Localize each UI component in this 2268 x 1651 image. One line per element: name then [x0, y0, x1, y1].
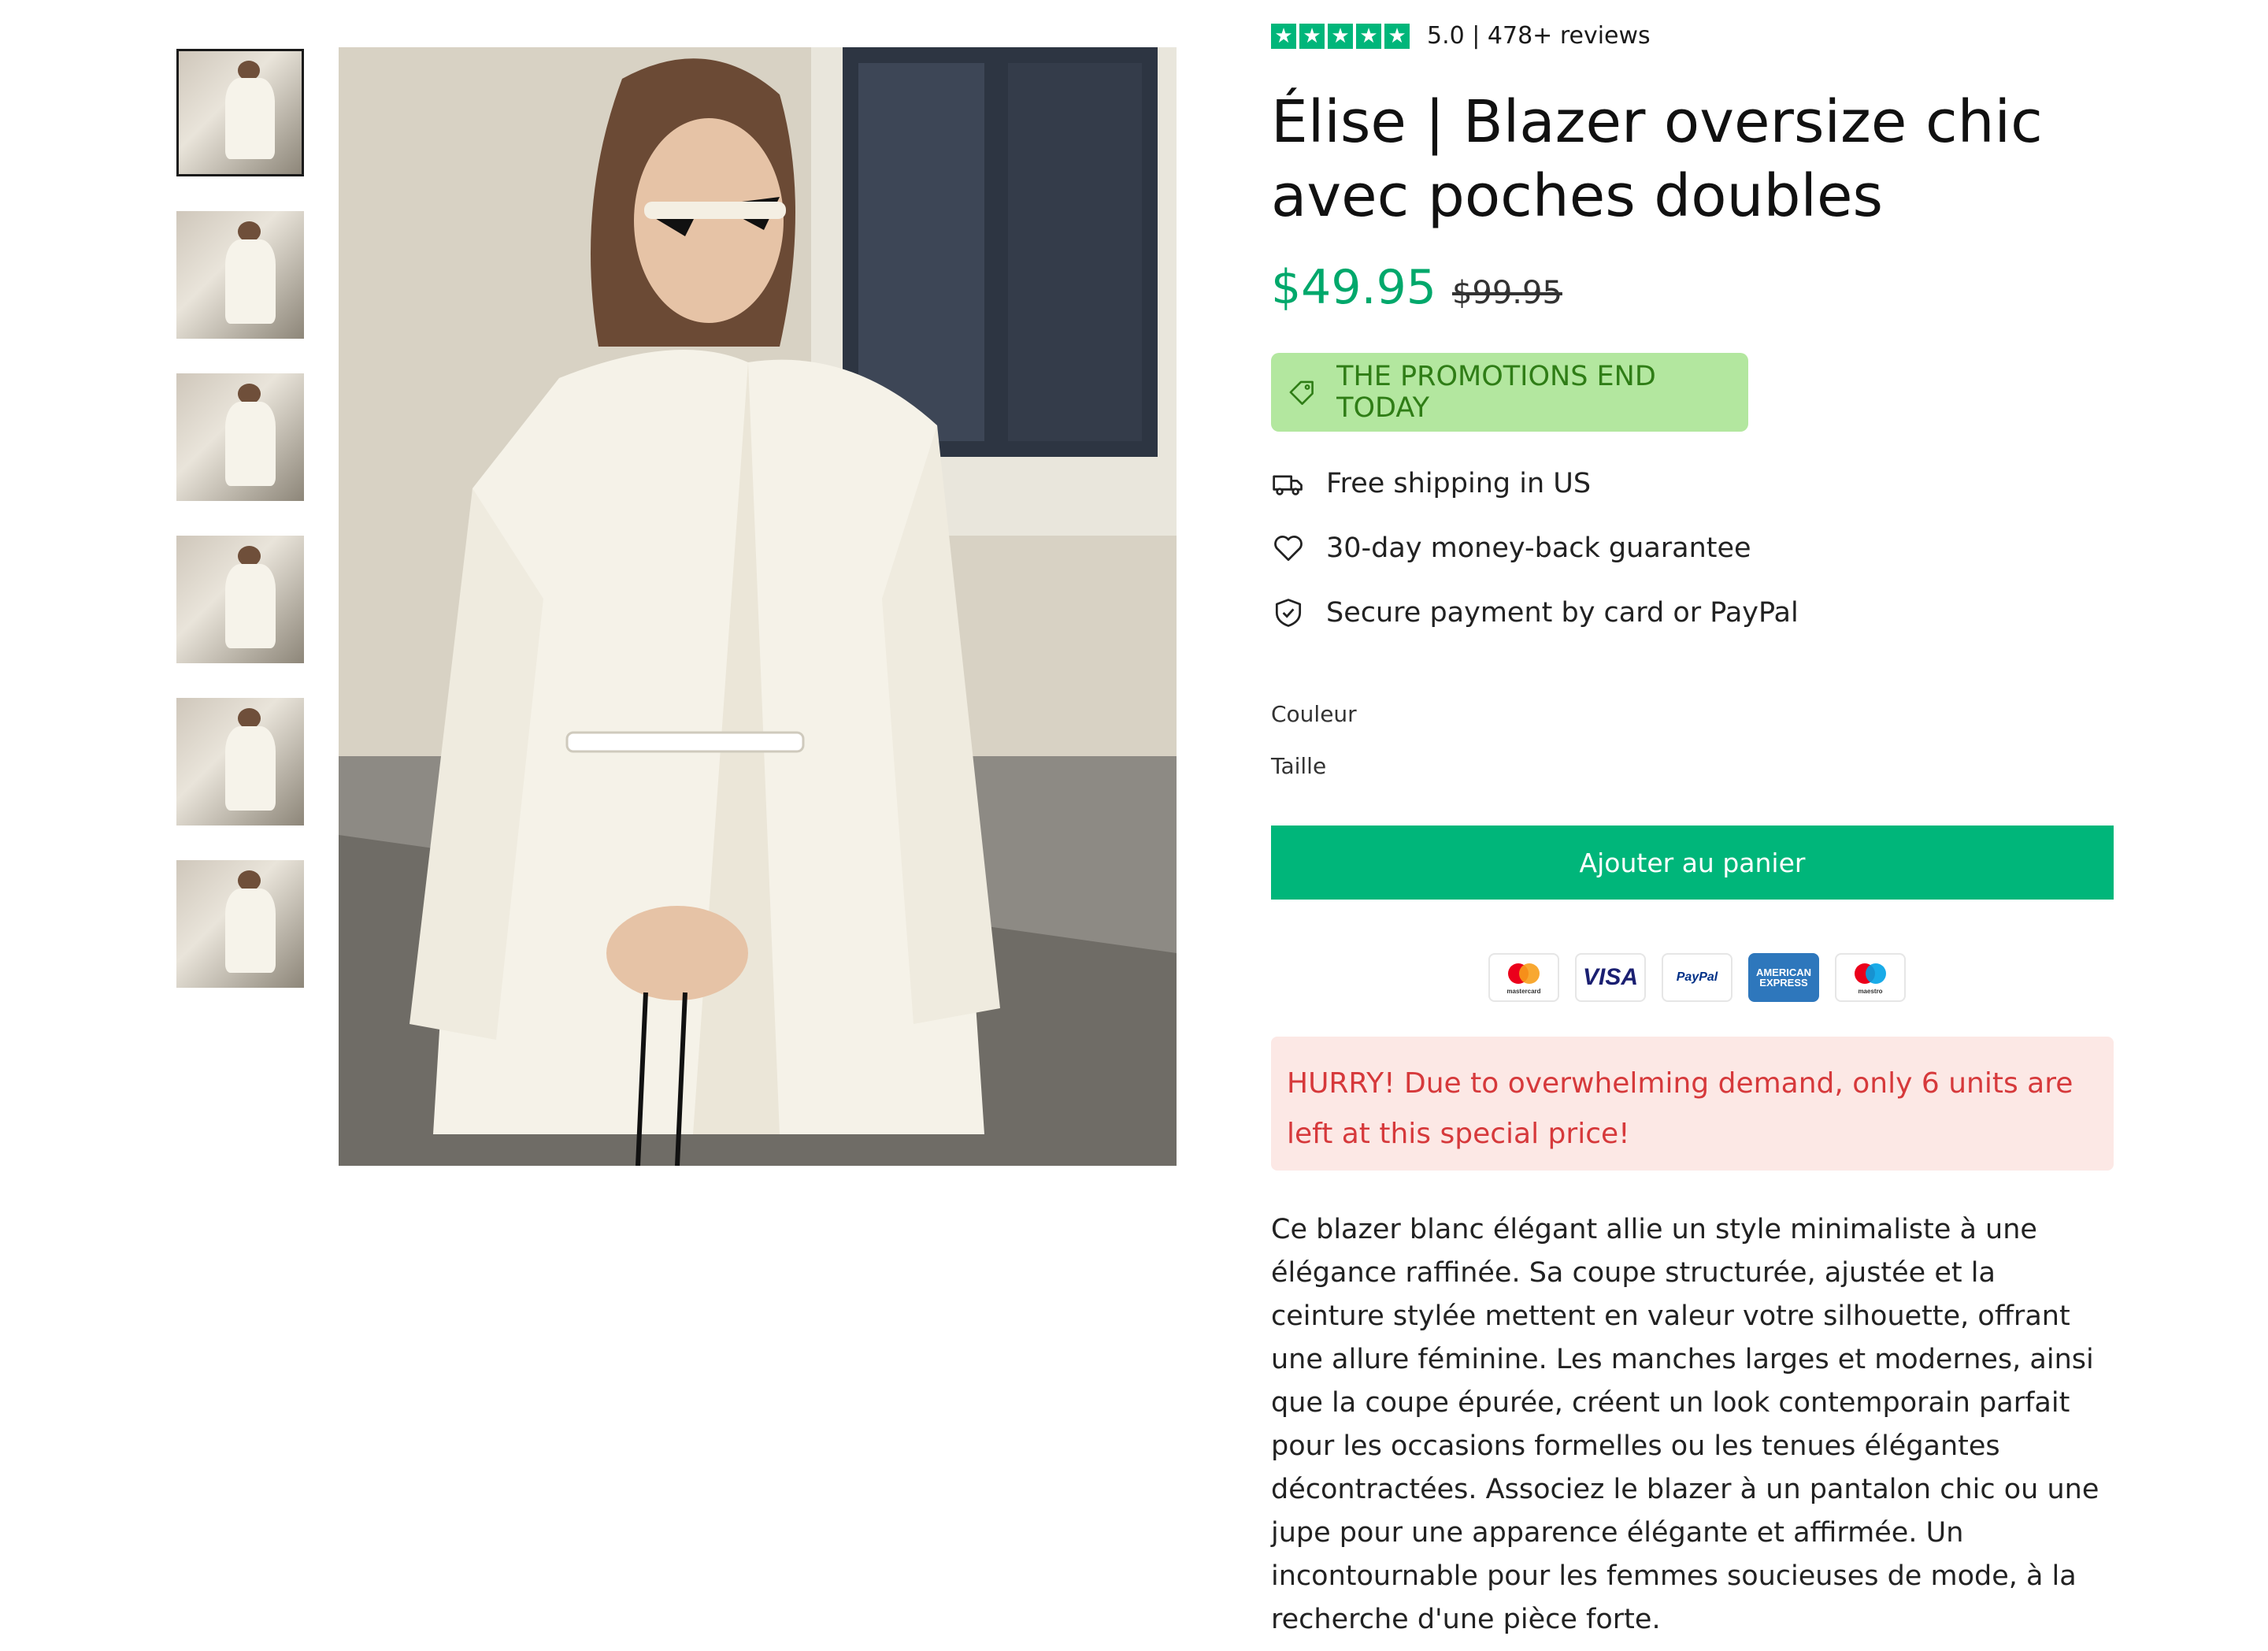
shield-check-icon [1275, 599, 1302, 627]
main-product-image[interactable] [339, 47, 1177, 1166]
truck-icon [1273, 475, 1303, 495]
compare-at-price: $99.95 [1451, 275, 1562, 311]
size-option-label: Taille [1271, 753, 1327, 779]
amex-label: AMERICAN EXPRESS [1755, 966, 1812, 989]
star-icon: ★ [1328, 23, 1353, 49]
product-description: Ce blazer blanc élégant allie un style m… [1271, 1214, 2099, 1635]
thumbnail-4[interactable] [176, 536, 304, 663]
star-rating: ★ ★ ★ ★ ★ [1271, 23, 1410, 49]
star-icon: ★ [1384, 23, 1410, 49]
mastercard-label: mastercard [1506, 988, 1540, 995]
thumbnail-6[interactable] [176, 860, 304, 988]
payment-methods: mastercard VISA PayPal AMERICAN EXPRESS … [1488, 953, 1906, 1002]
add-to-cart-button[interactable]: Ajouter au panier [1271, 826, 2114, 900]
paypal-icon: PayPal [1662, 953, 1732, 1002]
urgency-banner: HURRY! Due to overwhelming demand, only … [1271, 1037, 2114, 1171]
rating-row[interactable]: ★ ★ ★ ★ ★ 5.0 | 478+ reviews [1271, 22, 1651, 50]
visa-icon: VISA [1575, 953, 1646, 1002]
mastercard-icon: mastercard [1488, 953, 1559, 1002]
feature-guarantee: 30-day money-back guarantee [1271, 531, 1751, 566]
feature-text: Free shipping in US [1326, 468, 1592, 499]
feature-shipping: Free shipping in US [1271, 466, 1591, 501]
star-icon: ★ [1299, 23, 1325, 49]
visa-label: VISA [1582, 964, 1639, 990]
feature-text: 30-day money-back guarantee [1326, 532, 1751, 564]
maestro-icon: maestro [1835, 953, 1906, 1002]
feature-secure-payment: Secure payment by card or PayPal [1271, 595, 1799, 630]
color-option-label: Couleur [1271, 701, 1357, 727]
thumbnail-2[interactable] [176, 211, 304, 339]
product-title: Élise | Blazer oversize chic avec poches… [1271, 88, 2043, 230]
thumbnail-1[interactable] [176, 49, 304, 176]
star-icon: ★ [1271, 23, 1296, 49]
heart-icon [1274, 536, 1303, 562]
price-row: $49.95 $99.95 [1271, 260, 1562, 315]
paypal-label: PayPal [1676, 970, 1718, 984]
amex-icon: AMERICAN EXPRESS [1748, 953, 1819, 1002]
star-icon: ★ [1356, 23, 1381, 49]
thumbnail-3[interactable] [176, 373, 304, 501]
product-page: ★ ★ ★ ★ ★ 5.0 | 478+ reviews Élise | Bla… [0, 0, 2268, 1651]
promotion-text: THE PROMOTIONS END TODAY [1336, 361, 1656, 424]
tag-icon [1289, 380, 1314, 405]
feature-text: Secure payment by card or PayPal [1326, 597, 1799, 629]
thumbnail-5[interactable] [176, 698, 304, 826]
rating-text: 5.0 | 478+ reviews [1427, 22, 1651, 50]
model-in-white-blazer-illustration [339, 47, 1177, 1166]
promotion-banner: THE PROMOTIONS END TODAY [1271, 353, 1748, 432]
sale-price: $49.95 [1271, 260, 1436, 315]
maestro-label: maestro [1858, 988, 1882, 995]
